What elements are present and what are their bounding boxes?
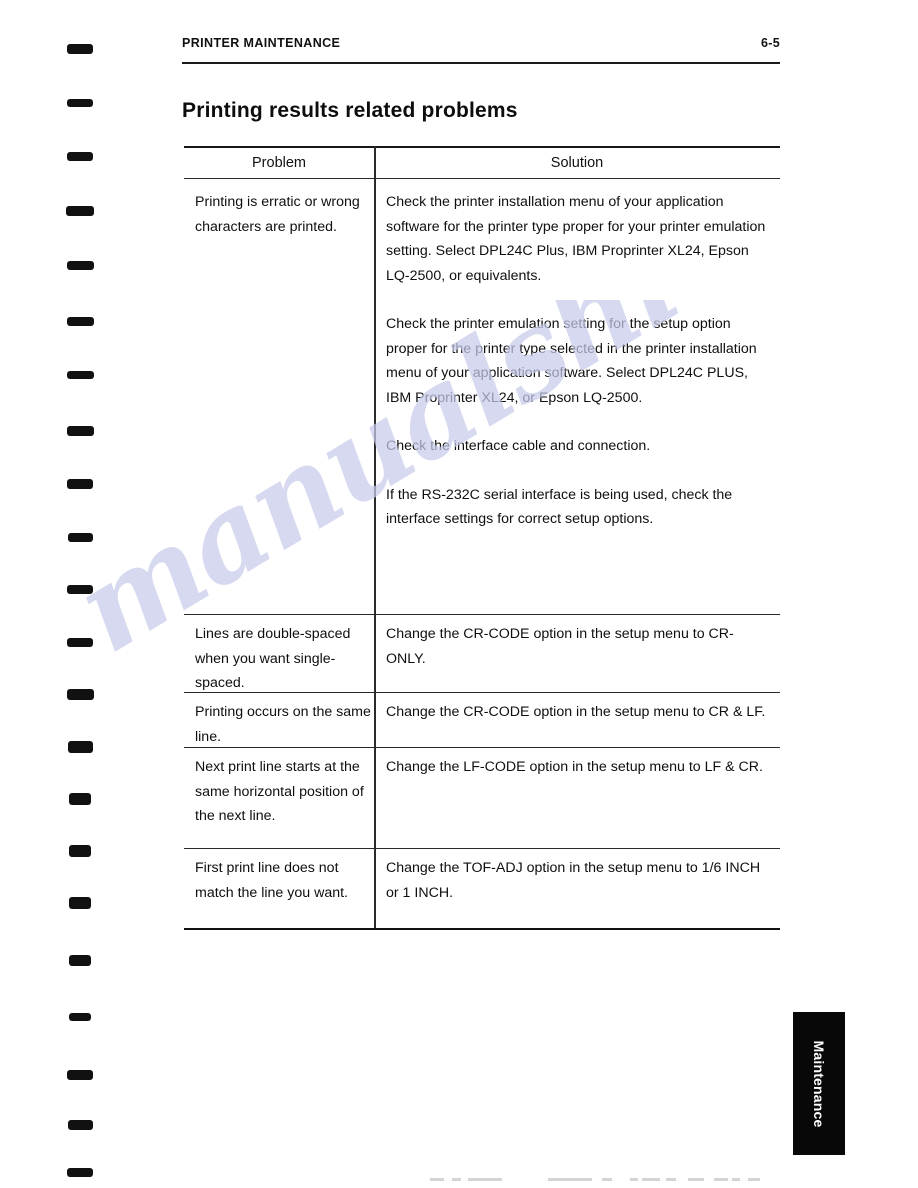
problem-cell-text: Printing occurs on the same line. bbox=[195, 704, 371, 745]
row-separator bbox=[184, 747, 780, 749]
solution-cell: Check the printer installation menu of y… bbox=[386, 190, 772, 532]
binding-hole-mark bbox=[67, 1120, 93, 1130]
scanned-manual-page: PRINTER MAINTENANCE 6-5 Printing results… bbox=[0, 0, 918, 1188]
artifact-dash bbox=[548, 1178, 592, 1181]
solution-paragraph: Change the TOF-ADJ option in the setup m… bbox=[386, 860, 761, 901]
binding-hole-mark bbox=[66, 206, 94, 216]
binding-hole-mark bbox=[69, 955, 91, 966]
binding-hole-mark bbox=[67, 1070, 93, 1080]
artifact-dash bbox=[688, 1178, 704, 1181]
chapter-thumb-tab: Maintenance bbox=[793, 1012, 845, 1155]
spiral-binding-marks bbox=[0, 0, 120, 1188]
artifact-dash bbox=[732, 1178, 740, 1181]
artifact-dash bbox=[468, 1178, 502, 1181]
column-header-problem: Problem bbox=[252, 155, 306, 171]
artifact-dash bbox=[430, 1178, 444, 1181]
table-bottom-border bbox=[184, 928, 780, 931]
binding-hole-mark bbox=[66, 371, 94, 379]
solution-paragraph: Check the interface cable and connection… bbox=[386, 438, 651, 454]
solution-cell: Change the CR-CODE option in the setup m… bbox=[386, 700, 772, 725]
artifact-dash bbox=[602, 1178, 612, 1181]
chapter-thumb-tab-label: Maintenance bbox=[811, 1040, 827, 1127]
artifact-dash bbox=[452, 1178, 461, 1181]
binding-hole-mark bbox=[69, 845, 91, 857]
row-separator bbox=[184, 692, 780, 694]
table-row: Printing occurs on the same line. bbox=[195, 700, 371, 749]
solution-paragraph: Check the printer installation menu of y… bbox=[386, 194, 766, 284]
table-row: Printing is erratic or wrong characters … bbox=[195, 190, 371, 239]
binding-hole-mark bbox=[69, 897, 91, 909]
page-header: PRINTER MAINTENANCE 6-5 bbox=[182, 36, 780, 64]
binding-hole-mark bbox=[67, 741, 93, 753]
header-title: PRINTER MAINTENANCE bbox=[182, 36, 341, 50]
table-row: First print line does not match the line… bbox=[195, 856, 371, 905]
binding-hole-mark bbox=[66, 261, 94, 270]
binding-hole-mark bbox=[67, 638, 93, 647]
solution-paragraph: Change the CR-CODE option in the setup m… bbox=[386, 626, 734, 667]
problem-cell-text: Lines are double-spaced when you want si… bbox=[195, 626, 351, 691]
solution-paragraph: Check the printer emulation setting for … bbox=[386, 316, 757, 406]
row-separator bbox=[184, 848, 780, 850]
problem-cell-text: Next print line starts at the same horiz… bbox=[195, 759, 364, 824]
solution-cell: Change the CR-CODE option in the setup m… bbox=[386, 622, 772, 671]
binding-hole-mark bbox=[66, 426, 94, 436]
binding-hole-mark bbox=[67, 479, 93, 489]
binding-hole-mark bbox=[67, 585, 93, 594]
table-row: Next print line starts at the same horiz… bbox=[195, 755, 371, 829]
binding-hole-mark bbox=[67, 152, 93, 161]
scan-artifact-footer bbox=[430, 1178, 760, 1182]
page-number: 6-5 bbox=[761, 36, 780, 50]
solution-cell: Change the TOF-ADJ option in the setup m… bbox=[386, 856, 772, 905]
artifact-dash bbox=[748, 1178, 760, 1181]
table-top-border bbox=[184, 146, 780, 148]
binding-hole-mark bbox=[69, 1013, 91, 1021]
binding-hole-mark bbox=[67, 44, 93, 54]
header-rule bbox=[182, 62, 780, 64]
binding-hole-mark bbox=[69, 793, 91, 805]
column-divider bbox=[374, 146, 376, 928]
artifact-dash bbox=[630, 1178, 638, 1181]
problem-cell-text: Printing is erratic or wrong characters … bbox=[195, 194, 360, 235]
artifact-dash bbox=[666, 1178, 676, 1181]
binding-hole-mark bbox=[67, 1168, 93, 1177]
binding-hole-mark bbox=[66, 317, 94, 326]
row-separator bbox=[184, 614, 780, 616]
solution-paragraph: Change the LF-CODE option in the setup m… bbox=[386, 759, 763, 775]
solution-paragraph: Change the CR-CODE option in the setup m… bbox=[386, 704, 766, 720]
binding-hole-mark bbox=[66, 689, 94, 700]
solution-cell: Change the LF-CODE option in the setup m… bbox=[386, 755, 772, 780]
column-header-solution: Solution bbox=[550, 155, 604, 171]
binding-hole-mark bbox=[67, 99, 93, 107]
header-separator bbox=[184, 178, 780, 180]
solution-paragraph: If the RS-232C serial interface is being… bbox=[386, 486, 733, 528]
binding-hole-mark bbox=[67, 533, 93, 542]
problem-cell-text: First print line does not match the line… bbox=[195, 860, 348, 901]
table-row: Lines are double-spaced when you want si… bbox=[195, 622, 371, 696]
artifact-dash bbox=[642, 1178, 660, 1181]
artifact-dash bbox=[714, 1178, 728, 1181]
page-title: Printing results related problems bbox=[182, 99, 518, 122]
